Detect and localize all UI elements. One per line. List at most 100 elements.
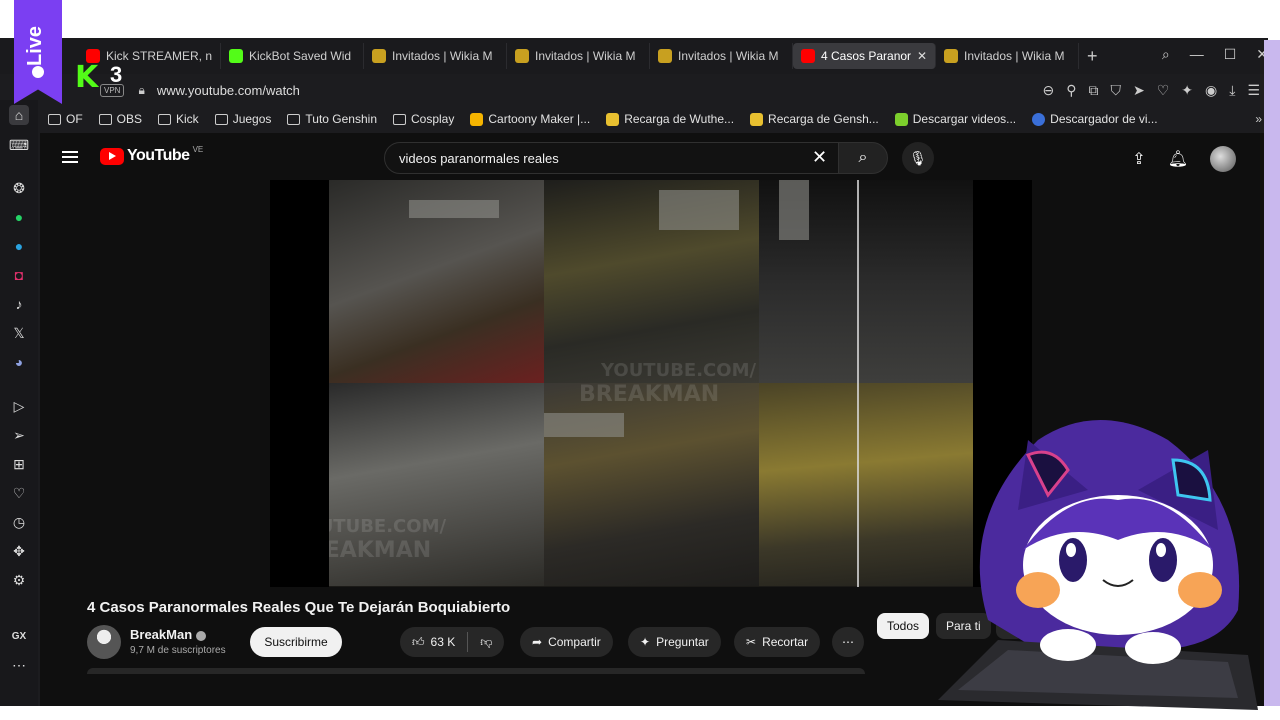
- zoom-icon[interactable]: ⊖: [1042, 82, 1054, 99]
- tab-4[interactable]: Invitados | Wikia M: [650, 43, 793, 69]
- new-tab-icon[interactable]: +: [1087, 46, 1098, 67]
- more-icon[interactable]: ⋯: [9, 655, 29, 675]
- tab-6[interactable]: Invitados | Wikia M: [936, 43, 1079, 69]
- channel-avatar[interactable]: [87, 625, 121, 659]
- clip-button[interactable]: ✂ Recortar: [734, 627, 821, 657]
- description-box[interactable]: [87, 668, 865, 674]
- menu-icon[interactable]: ☰: [1247, 82, 1260, 99]
- ask-button[interactable]: ✦ Preguntar: [628, 627, 721, 657]
- tab-label: KickBot Saved Wid: [249, 49, 352, 63]
- channel-name-text: BreakMan: [130, 627, 193, 642]
- chatgpt-icon[interactable]: ❂: [9, 178, 29, 198]
- bookmark-label: OBS: [116, 112, 143, 126]
- lock-icon[interactable]: 🔒︎: [138, 83, 144, 98]
- history-icon[interactable]: ◷: [9, 512, 29, 532]
- bookmark-label: Descargar videos...: [912, 112, 1017, 126]
- more-icon: ⋯: [842, 635, 854, 649]
- split-divider: [857, 180, 859, 587]
- video-title: 4 Casos Paranormales Reales Que Te Dejar…: [87, 599, 511, 616]
- profile-icon[interactable]: ◉: [1205, 82, 1217, 99]
- telegram-icon[interactable]: ●: [9, 236, 29, 256]
- clear-search-icon[interactable]: ✕: [812, 147, 827, 168]
- pin-icon[interactable]: ⚲: [1066, 82, 1076, 99]
- maximize-icon[interactable]: ☐: [1224, 46, 1237, 63]
- search-tabs-icon[interactable]: ⌕: [1162, 46, 1170, 63]
- more-bookmarks-icon[interactable]: »: [1255, 112, 1262, 126]
- bookmark-folder[interactable]: OF: [40, 112, 91, 126]
- bookmark-site[interactable]: Descargar videos...: [887, 112, 1024, 126]
- heart-icon[interactable]: ♡: [9, 483, 29, 503]
- settings-icon[interactable]: ⚙: [9, 570, 29, 590]
- close-tab-icon[interactable]: ✕: [917, 49, 927, 63]
- camera-feed-1: [329, 180, 544, 383]
- youtube-logo[interactable]: YouTube VE: [100, 144, 204, 165]
- site-icon: [1032, 112, 1046, 126]
- bookmark-folder[interactable]: Juegos: [207, 112, 280, 126]
- discord-icon[interactable]: ◕: [9, 352, 29, 372]
- subscribe-button[interactable]: Suscribirme: [250, 627, 342, 657]
- extensions-icon[interactable]: ✦: [1181, 82, 1193, 99]
- bookmark-site[interactable]: Recarga de Gensh...: [742, 112, 887, 126]
- thumbs-down-icon[interactable]: 👎︎: [480, 635, 492, 650]
- bookmark-folder[interactable]: Tuto Genshin: [279, 112, 385, 126]
- tab-label: Kick STREAMER, n: [106, 49, 212, 63]
- tab-5-active[interactable]: 4 Casos Paranorm ✕: [793, 43, 936, 69]
- send-icon[interactable]: ➤: [1133, 82, 1145, 99]
- upload-icon[interactable]: ⇪: [1132, 149, 1145, 169]
- live-label: Live: [24, 25, 46, 66]
- tab-1[interactable]: KickBot Saved Wid: [221, 43, 364, 69]
- tiktok-icon[interactable]: ♪: [9, 294, 29, 314]
- instagram-icon[interactable]: ◘: [9, 265, 29, 285]
- tab-3[interactable]: Invitados | Wikia M: [507, 43, 650, 69]
- tab-label: Invitados | Wikia M: [392, 49, 493, 63]
- scissors-icon: ✂: [746, 635, 757, 649]
- thumbs-up-icon: 👍︎: [412, 634, 425, 649]
- heart-icon[interactable]: ♡: [1157, 82, 1170, 99]
- bookmark-site[interactable]: Recarga de Wuthe...: [598, 112, 742, 126]
- video-frame[interactable]: YOUTUBE.COM/ BREAKMAN YOUTUBE.COM/ BREAK…: [329, 180, 973, 587]
- like-button[interactable]: 👍︎ 63 K 👎︎: [400, 627, 505, 657]
- home-icon[interactable]: ⌂: [9, 105, 29, 125]
- youtube-wordmark: YouTube: [127, 147, 190, 164]
- send-icon[interactable]: ➢: [9, 425, 29, 445]
- channel-name[interactable]: BreakMan: [130, 627, 207, 642]
- voice-search-button[interactable]: 🎙︎: [902, 142, 934, 174]
- bookmark-folder[interactable]: Kick: [150, 112, 207, 126]
- extensions-icon[interactable]: ✥: [9, 541, 29, 561]
- bookmark-folder[interactable]: Cosplay: [385, 112, 462, 126]
- shield-icon[interactable]: ⛉: [1110, 82, 1121, 99]
- url-field[interactable]: www.youtube.com/watch: [157, 83, 300, 98]
- more-actions-button[interactable]: ⋯: [832, 627, 864, 657]
- apps-icon[interactable]: ⊞: [9, 454, 29, 474]
- x-icon[interactable]: 𝕏: [9, 323, 29, 343]
- minimize-icon[interactable]: —: [1190, 46, 1204, 63]
- player-icon[interactable]: ▷: [9, 396, 29, 416]
- sparkle-icon: ✦: [640, 635, 651, 649]
- search-input[interactable]: videos paranormales reales: [384, 142, 844, 174]
- gx-icon[interactable]: GX: [9, 626, 29, 646]
- share-button[interactable]: ➦ Compartir: [520, 627, 613, 657]
- tab-2[interactable]: Invitados | Wikia M: [364, 43, 507, 69]
- address-bar: VPN 🔒︎ www.youtube.com/watch ⊖ ⚲ ⧉ ⛉ ➤ ♡…: [0, 74, 1268, 106]
- bookmark-site[interactable]: Cartoony Maker |...: [462, 112, 598, 126]
- snapshot-icon[interactable]: ⧉: [1088, 82, 1098, 99]
- country-code: VE: [192, 144, 204, 154]
- notifications-bell-icon[interactable]: 🔔︎: [1168, 149, 1188, 169]
- tab-favicon: [515, 49, 529, 63]
- search-icon: ⌕: [858, 149, 868, 166]
- bookmark-folder[interactable]: OBS: [91, 112, 150, 126]
- bookmark-label: Tuto Genshin: [305, 112, 377, 126]
- bookmark-site[interactable]: Descargador de vi...: [1024, 112, 1165, 126]
- share-icon: ➦: [532, 635, 543, 649]
- bookmark-label: Recarga de Wuthe...: [624, 112, 735, 126]
- search-button[interactable]: ⌕: [838, 142, 888, 174]
- user-avatar[interactable]: [1210, 146, 1236, 172]
- tab-label: 4 Casos Paranorm: [821, 49, 911, 63]
- tab-favicon: [658, 49, 672, 63]
- header-actions: ⇪ 🔔︎: [1132, 146, 1236, 172]
- camera-feed-2: [544, 180, 759, 383]
- guide-menu-icon[interactable]: [62, 151, 78, 163]
- gamepad-icon[interactable]: ⌨: [9, 135, 29, 155]
- whatsapp-icon[interactable]: ●: [9, 207, 29, 227]
- download-icon[interactable]: ⤓: [1229, 82, 1235, 99]
